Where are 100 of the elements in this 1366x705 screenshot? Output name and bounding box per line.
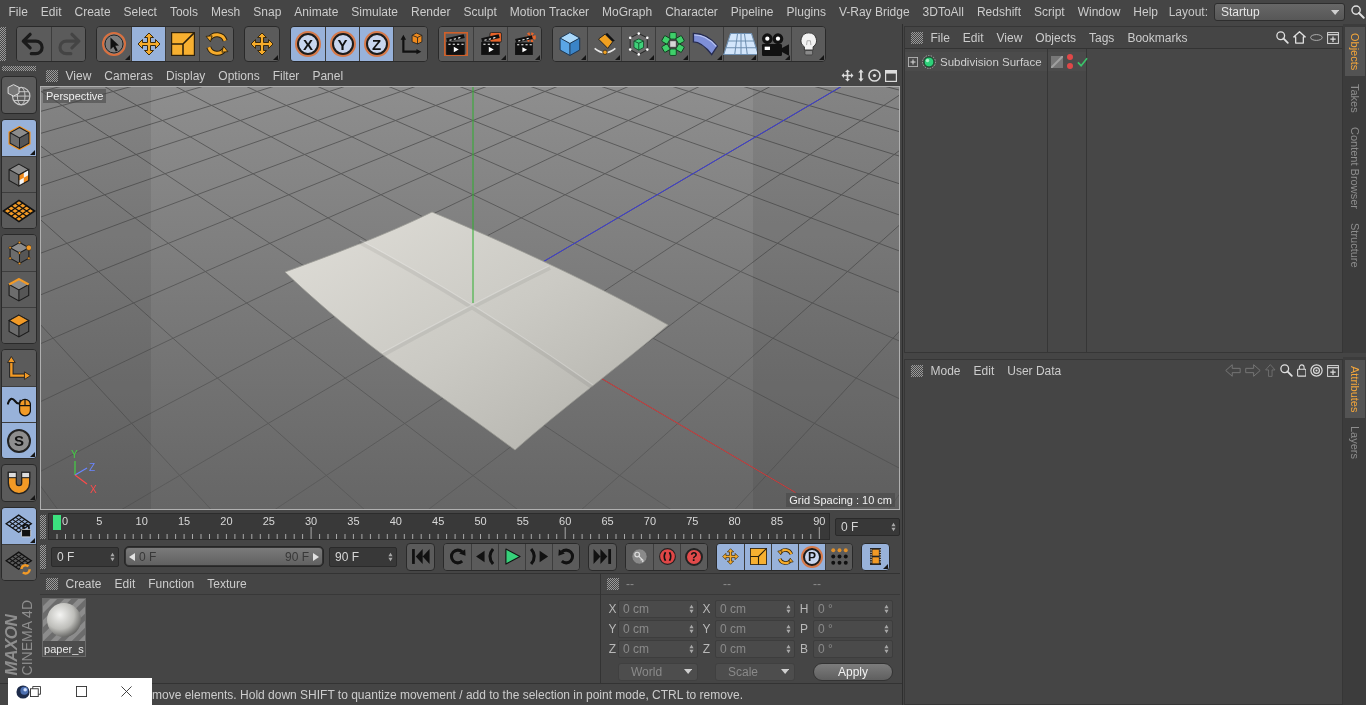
- menu-item[interactable]: Sculpt: [456, 5, 504, 19]
- menu-item[interactable]: Motion Tracker: [503, 5, 596, 19]
- restore-icon[interactable]: [30, 686, 41, 697]
- panel-tab[interactable]: Structure: [1344, 217, 1365, 274]
- menu-item[interactable]: Script: [1027, 5, 1072, 19]
- menu-item[interactable]: File: [924, 30, 957, 45]
- menu-item[interactable]: View: [59, 68, 98, 83]
- status-dot-icon[interactable]: [1067, 54, 1073, 60]
- menu-item[interactable]: Tools: [163, 5, 205, 19]
- panel-tab[interactable]: Attributes: [1344, 360, 1365, 419]
- panel-tab[interactable]: Content Browser: [1344, 121, 1365, 215]
- key-rotation-button[interactable]: [771, 543, 798, 570]
- grip-handle[interactable]: [40, 514, 46, 539]
- menu-item[interactable]: Edit: [956, 30, 991, 45]
- end-frame-field[interactable]: 90 F: [329, 546, 397, 567]
- object-row[interactable]: Subdivision Surface: [905, 52, 1047, 71]
- menu-item[interactable]: Display: [159, 68, 212, 83]
- window-plus-icon[interactable]: [1327, 364, 1339, 377]
- grip-handle[interactable]: [607, 577, 619, 590]
- menu-item[interactable]: Create: [59, 576, 109, 591]
- axis-lock-button[interactable]: X: [291, 27, 325, 61]
- home-icon[interactable]: [1293, 31, 1307, 44]
- up-down-arrow-icon[interactable]: [858, 69, 864, 83]
- search-icon[interactable]: [1276, 31, 1290, 44]
- light-button[interactable]: [791, 27, 825, 61]
- four-way-arrow-icon[interactable]: [841, 69, 855, 83]
- target-icon[interactable]: [1310, 364, 1323, 377]
- workplane-mode-button[interactable]: [2, 192, 36, 228]
- menu-item[interactable]: Cameras: [97, 68, 160, 83]
- recent-tool-button[interactable]: [244, 26, 280, 62]
- polygons-mode-button[interactable]: [2, 307, 36, 343]
- next-key-button[interactable]: [552, 543, 579, 570]
- keyframe-help-button[interactable]: ?: [680, 543, 707, 570]
- material-item[interactable]: paper_s: [42, 597, 86, 657]
- menu-item[interactable]: Select: [117, 5, 164, 19]
- snap-button[interactable]: S: [2, 422, 36, 458]
- menu-item[interactable]: Pipeline: [724, 5, 781, 19]
- left-arrow-icon[interactable]: [129, 552, 135, 561]
- maximize-icon[interactable]: [76, 686, 87, 697]
- menu-item[interactable]: Filter: [266, 68, 306, 83]
- current-frame-field[interactable]: 0 F: [835, 517, 900, 536]
- menu-item[interactable]: Bookmarks: [1120, 30, 1194, 45]
- workplane-lock-button[interactable]: [2, 508, 36, 544]
- model-mode-button[interactable]: [2, 120, 36, 156]
- pen-tool-button[interactable]: [587, 27, 621, 61]
- menu-item[interactable]: Render: [404, 5, 457, 19]
- ring-dot-icon[interactable]: [868, 69, 881, 83]
- workplane-align-button[interactable]: [2, 544, 36, 580]
- menu-item[interactable]: Redshift: [970, 5, 1028, 19]
- key-parameter-button[interactable]: P: [798, 543, 825, 570]
- panel-tab[interactable]: Objects: [1344, 27, 1365, 77]
- timeline-ruler[interactable]: 0 5 10 15 20 25 30 35 40 45 50 55 60 65 70 75 80 85 90: [48, 513, 830, 541]
- axis-lock-button[interactable]: Z: [359, 27, 393, 61]
- magnet-button[interactable]: [1, 464, 37, 502]
- menu-item[interactable]: MoGraph: [595, 5, 659, 19]
- tweak-mode-button[interactable]: [2, 386, 36, 422]
- panel-tab[interactable]: Layers: [1344, 420, 1365, 466]
- menu-item[interactable]: Panel: [305, 68, 350, 83]
- go-to-start-button[interactable]: [406, 542, 435, 571]
- menu-item[interactable]: Animate: [287, 5, 345, 19]
- grip-handle[interactable]: [46, 69, 58, 82]
- menu-item[interactable]: Options: [211, 68, 267, 83]
- menu-item[interactable]: User Data: [1000, 363, 1068, 378]
- playhead[interactable]: [53, 515, 61, 531]
- menu-item[interactable]: Snap: [246, 5, 288, 19]
- panel-tab[interactable]: Takes: [1344, 78, 1365, 120]
- sphere-logo-icon[interactable]: [16, 684, 30, 699]
- menu-item[interactable]: Help: [1126, 5, 1165, 19]
- menu-item[interactable]: Edit: [967, 363, 1001, 378]
- start-frame-field[interactable]: 0 F: [51, 546, 119, 567]
- grip-handle[interactable]: [2, 66, 36, 71]
- check-icon[interactable]: [1077, 56, 1088, 67]
- dot-grid-button[interactable]: [825, 543, 852, 570]
- render-picture-button[interactable]: [473, 27, 507, 61]
- apply-button[interactable]: Apply: [813, 662, 893, 681]
- menu-item[interactable]: V-Ray Bridge: [832, 5, 917, 19]
- key-scale-button[interactable]: [744, 543, 771, 570]
- menu-item[interactable]: Objects: [1028, 30, 1083, 45]
- grip-handle[interactable]: [911, 364, 923, 377]
- menu-item[interactable]: Edit: [34, 5, 69, 19]
- axis-lock-button[interactable]: Y: [325, 27, 359, 61]
- search-icon[interactable]: [1279, 364, 1293, 377]
- oval-icon[interactable]: [1310, 34, 1323, 41]
- floor-button[interactable]: [723, 27, 757, 61]
- menu-item[interactable]: Character: [658, 5, 725, 19]
- right-arrow-icon[interactable]: [313, 552, 319, 561]
- rotate-tool-button[interactable]: [199, 27, 233, 61]
- expand-icon[interactable]: [908, 56, 918, 67]
- make-editable-button[interactable]: [1, 76, 37, 114]
- cloner-button[interactable]: [655, 27, 689, 61]
- status-dot-icon[interactable]: [1067, 63, 1073, 69]
- selection-tool-button[interactable]: [97, 27, 131, 61]
- timeline-window-button[interactable]: [861, 542, 890, 571]
- grip-handle[interactable]: [911, 31, 923, 44]
- key-position-button[interactable]: [717, 543, 744, 570]
- menu-item[interactable]: 3DToAll: [916, 5, 971, 19]
- render-settings-button[interactable]: [507, 27, 541, 61]
- deformer-button[interactable]: [689, 27, 723, 61]
- menu-item[interactable]: Mode: [924, 363, 968, 378]
- close-icon[interactable]: [121, 686, 132, 697]
